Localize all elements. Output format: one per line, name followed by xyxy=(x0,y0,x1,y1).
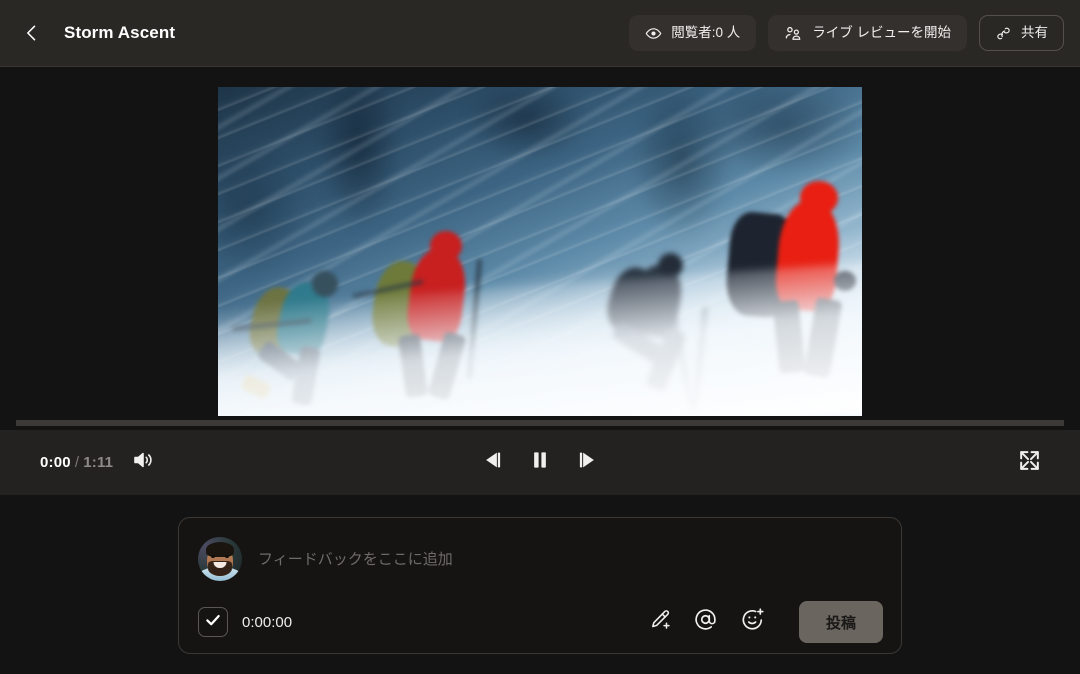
people-icon xyxy=(784,24,803,43)
share-label: 共有 xyxy=(1021,25,1048,41)
header-actions: 閲覧者:0 人 ライブ レビューを開始 共有 xyxy=(629,15,1064,51)
mention-button[interactable] xyxy=(693,607,718,637)
share-button[interactable]: 共有 xyxy=(979,15,1064,51)
play-pause-button[interactable] xyxy=(527,447,553,478)
comment-input[interactable]: フィードバックをここに追加 xyxy=(258,552,453,567)
avatar-eye-left xyxy=(211,555,215,558)
pencil-plus-icon xyxy=(648,608,671,636)
comment-actions: 投稿 xyxy=(648,601,883,643)
eye-icon xyxy=(645,25,662,42)
timestamp-label: 0:00:00 xyxy=(242,613,293,631)
video-stage xyxy=(0,67,1080,417)
live-review-label: ライブ レビューを開始 xyxy=(812,25,951,41)
hiker-hood xyxy=(800,181,838,215)
time-separator: / xyxy=(74,454,80,471)
step-forward-button[interactable] xyxy=(575,447,601,478)
fullscreen-button[interactable] xyxy=(1017,448,1042,478)
emoji-plus-icon xyxy=(740,607,765,637)
viewers-button[interactable]: 閲覧者:0 人 xyxy=(629,15,757,51)
player-controls-right xyxy=(1017,448,1080,478)
video-player-surface[interactable] xyxy=(218,87,862,417)
hiker-hood xyxy=(430,231,462,261)
pause-icon xyxy=(527,447,553,478)
timestamp-checkbox[interactable] xyxy=(198,607,228,637)
step-backward-icon xyxy=(479,447,505,478)
comment-composer: フィードバックをここに追加 0:00:00 投稿 xyxy=(178,517,902,654)
player-controls-left: 0:00/1:11 xyxy=(0,448,155,477)
player-controls: 0:00/1:11 xyxy=(0,430,1080,495)
fullscreen-icon xyxy=(1017,448,1042,478)
scrubber-track[interactable] xyxy=(16,420,1064,426)
chevron-left-icon xyxy=(22,23,42,43)
emoji-button[interactable] xyxy=(740,607,765,637)
volume-icon xyxy=(131,448,155,477)
check-icon xyxy=(204,611,222,634)
comment-composer-bottom: 0:00:00 投稿 xyxy=(179,591,901,653)
player-controls-center xyxy=(0,447,1080,478)
avatar xyxy=(198,537,242,581)
step-forward-icon xyxy=(575,447,601,478)
link-icon xyxy=(995,25,1012,42)
duration-time: 1:11 xyxy=(83,454,114,471)
playback-scrubber[interactable] xyxy=(0,416,1080,430)
live-review-button[interactable]: ライブ レビューを開始 xyxy=(768,15,967,51)
timestamp-toggle[interactable]: 0:00:00 xyxy=(198,607,292,637)
current-time: 0:00 xyxy=(40,454,71,471)
avatar-eye-right xyxy=(225,555,229,558)
video-review-app: Storm Ascent 閲覧者:0 人 ライブ レビューを開始 共有 0:00… xyxy=(0,0,1080,674)
app-header: Storm Ascent 閲覧者:0 人 ライブ レビューを開始 共有 xyxy=(0,0,1080,67)
viewers-label: 閲覧者:0 人 xyxy=(671,25,741,41)
step-backward-button[interactable] xyxy=(479,447,505,478)
draw-button[interactable] xyxy=(648,608,671,636)
hiker-head xyxy=(312,271,338,297)
comment-composer-top: フィードバックをここに追加 xyxy=(179,518,901,581)
back-button[interactable] xyxy=(12,13,52,53)
volume-button[interactable] xyxy=(131,448,155,477)
at-sign-icon xyxy=(693,607,718,637)
avatar-hair xyxy=(206,542,234,557)
page-title: Storm Ascent xyxy=(64,23,176,42)
post-button[interactable]: 投稿 xyxy=(799,601,883,643)
time-display: 0:00/1:11 xyxy=(40,454,113,471)
